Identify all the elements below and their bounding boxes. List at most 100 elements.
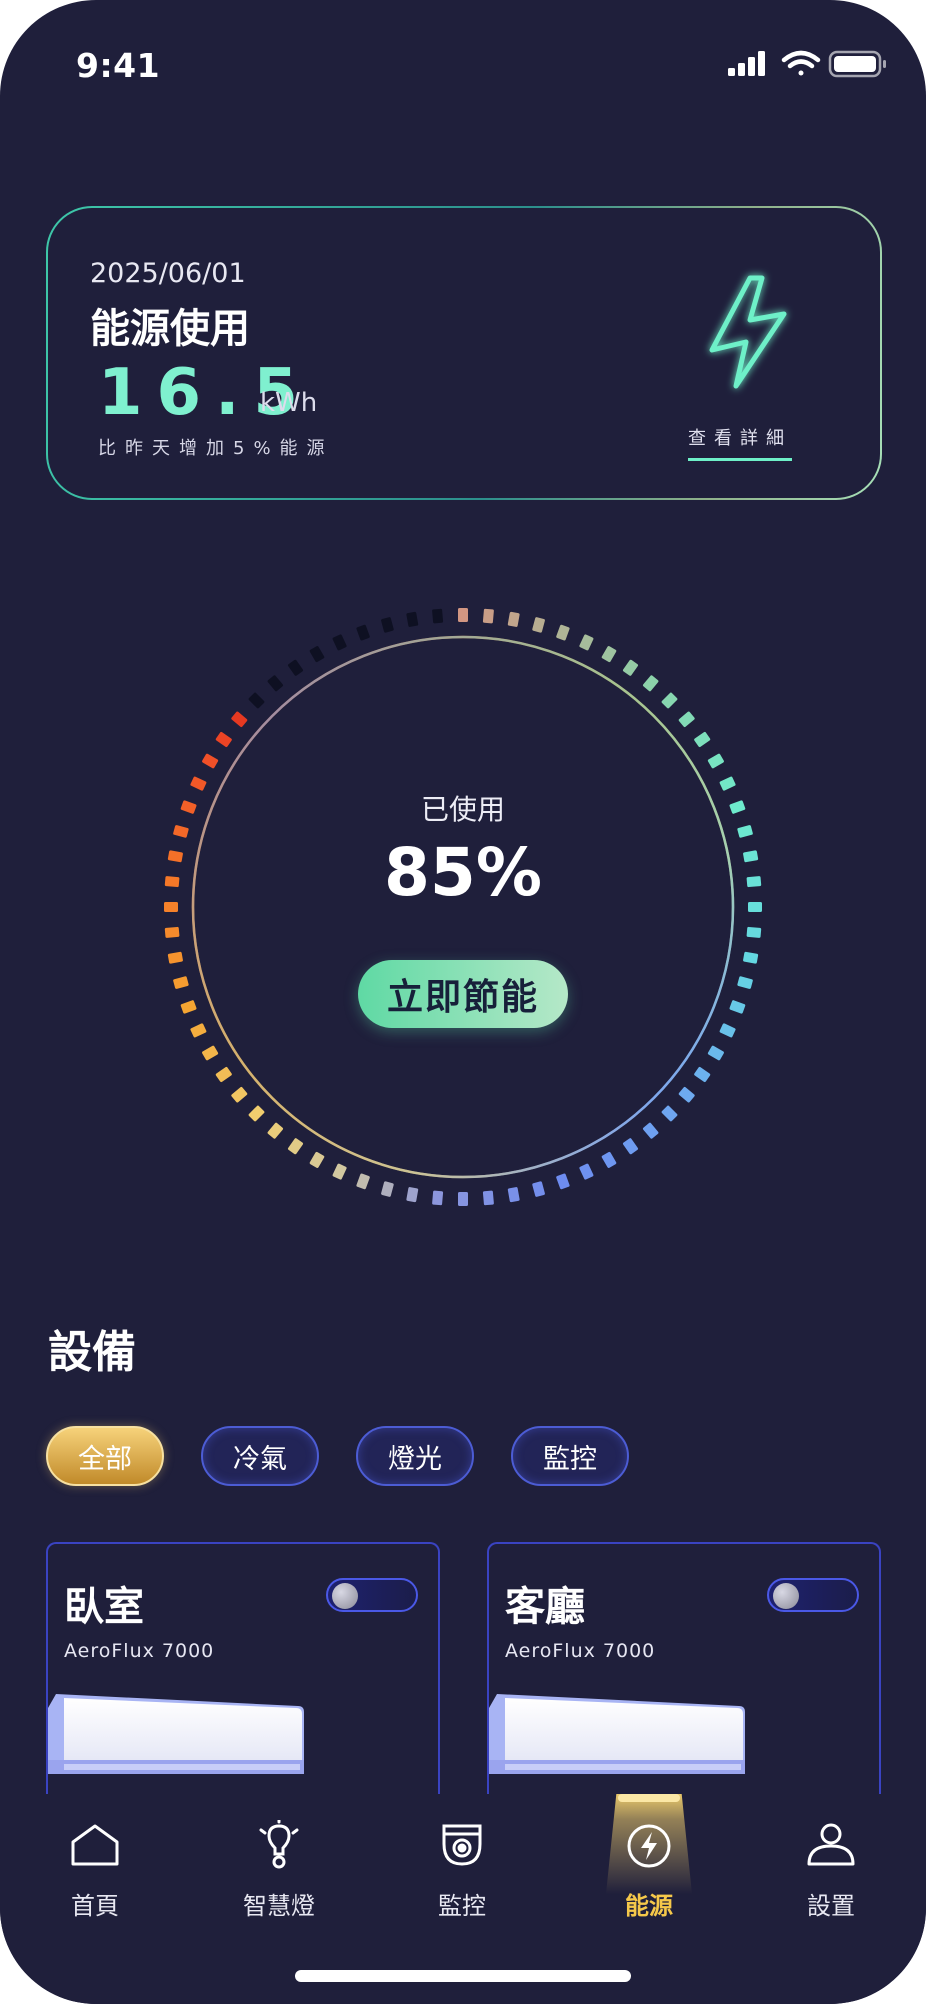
home-icon [71, 1824, 119, 1866]
gauge-tick [532, 617, 545, 633]
gauge-tick [661, 692, 678, 709]
wifi-icon [781, 50, 821, 76]
nav-energy[interactable]: 能源 [589, 1820, 709, 1930]
toggle-knob [332, 1583, 358, 1609]
gauge-tick [267, 675, 284, 692]
gauge-tick [309, 646, 325, 663]
air-conditioner-image [48, 1694, 304, 1774]
gauge-tick [719, 1023, 736, 1038]
device-card-bedroom[interactable]: 臥室 AeroFlux 7000 [46, 1542, 440, 1802]
gauge-tick [248, 1105, 265, 1122]
gauge-tick [556, 1173, 570, 1190]
gauge-tick [482, 1190, 494, 1206]
gauge-tick [678, 1086, 695, 1103]
nav-settings[interactable]: 設置 [771, 1820, 891, 1930]
nav-label: 智慧燈 [243, 1892, 315, 1920]
gauge-tick [694, 731, 711, 748]
gauge-tick [231, 711, 248, 728]
filter-ac-chip[interactable]: 冷氣 [201, 1426, 319, 1486]
filter-camera-chip[interactable]: 監控 [511, 1426, 629, 1486]
usage-date: 2025/06/01 [90, 258, 246, 289]
gauge-tick [507, 611, 520, 627]
device-model: AeroFlux 7000 [505, 1640, 656, 1662]
gauge-tick [746, 926, 762, 938]
gauge-tick [622, 659, 639, 676]
gauge-tick [190, 1023, 207, 1038]
gauge-tick [707, 753, 724, 769]
save-energy-button[interactable]: 立即節能 [358, 960, 568, 1028]
gauge-tick [231, 1086, 248, 1103]
gauge-tick [356, 624, 370, 641]
active-tab-indicator [618, 1794, 680, 1802]
gauge-tick [737, 976, 753, 989]
user-icon [807, 1823, 855, 1866]
filter-all-chip[interactable]: 全部 [46, 1426, 164, 1486]
gauge-tick [601, 646, 617, 663]
nav-label: 首頁 [71, 1892, 119, 1920]
gauge-tick [356, 1173, 370, 1190]
gauge-tick [164, 926, 180, 938]
gauge-tick [579, 634, 594, 651]
gauge-tick [642, 1122, 659, 1139]
gauge-tick [406, 1187, 419, 1203]
gauge-tick [248, 692, 265, 709]
gauge-tick [173, 976, 189, 989]
devices-title: 設備 [48, 1327, 136, 1378]
home-indicator [295, 1970, 631, 1982]
energy-unit: kWh [260, 388, 318, 418]
gauge-tick [601, 1151, 617, 1168]
card-title: 能源使用 [90, 306, 250, 352]
gauge-tick [215, 1066, 232, 1083]
gauge-percent: 85% [384, 834, 542, 911]
gauge-tick [532, 1181, 545, 1197]
gauge-tick [167, 951, 183, 964]
gauge-tick [507, 1187, 520, 1203]
energy-summary-card: 2025/06/01 能源使用 16.5 kWh 比昨天增加5%能源 查看詳細 [46, 206, 882, 500]
lightning-bolt-icon [688, 258, 808, 402]
gauge-label: 已使用 [420, 793, 505, 826]
gauge-tick [678, 711, 695, 728]
cellular-icon [728, 51, 765, 76]
gauge-tick [432, 1190, 444, 1206]
device-card-living-room[interactable]: 客廳 AeroFlux 7000 [487, 1542, 881, 1802]
view-details-link[interactable]: 查看詳細 [688, 424, 792, 461]
filter-light-chip[interactable]: 燈光 [356, 1426, 474, 1486]
bulb-icon [259, 1820, 299, 1869]
gauge-tick [267, 1122, 284, 1139]
gauge-tick [202, 753, 219, 769]
device-name: 臥室 [64, 1584, 144, 1630]
gauge-tick [287, 1138, 304, 1155]
nav-smart-light[interactable]: 智慧燈 [219, 1820, 339, 1930]
gauge-tick [202, 1045, 219, 1061]
nav-label: 監控 [438, 1892, 486, 1920]
toggle-knob [773, 1583, 799, 1609]
device-name: 客廳 [505, 1584, 585, 1630]
gauge-tick [579, 1163, 594, 1180]
energy-icon [627, 1824, 671, 1868]
status-time: 9:41 [76, 46, 161, 85]
air-conditioner-image [489, 1694, 745, 1774]
camera-icon [442, 1824, 482, 1866]
gauge-tick [432, 608, 444, 624]
gauge-tick [661, 1105, 678, 1122]
device-power-toggle[interactable] [767, 1578, 859, 1612]
gauge-tick [381, 617, 394, 633]
gauge-tick [642, 675, 659, 692]
gauge-tick [406, 611, 419, 627]
gauge-tick [694, 1066, 711, 1083]
device-model: AeroFlux 7000 [64, 1640, 215, 1662]
gauge-tick [482, 608, 494, 624]
gauge-tick [458, 608, 468, 622]
nav-monitor[interactable]: 監控 [402, 1820, 522, 1930]
device-power-toggle[interactable] [326, 1578, 418, 1612]
gauge-tick [622, 1138, 639, 1155]
gauge-tick [309, 1151, 325, 1168]
status-icons [728, 50, 888, 84]
energy-comparison: 比昨天增加5%能源 [98, 438, 334, 459]
battery-icon [828, 50, 886, 78]
gauge-tick [458, 1192, 468, 1206]
nav-label: 設置 [807, 1892, 855, 1920]
nav-home[interactable]: 首頁 [35, 1820, 155, 1930]
gauge-tick [332, 1163, 347, 1180]
gauge-tick [180, 1000, 197, 1014]
